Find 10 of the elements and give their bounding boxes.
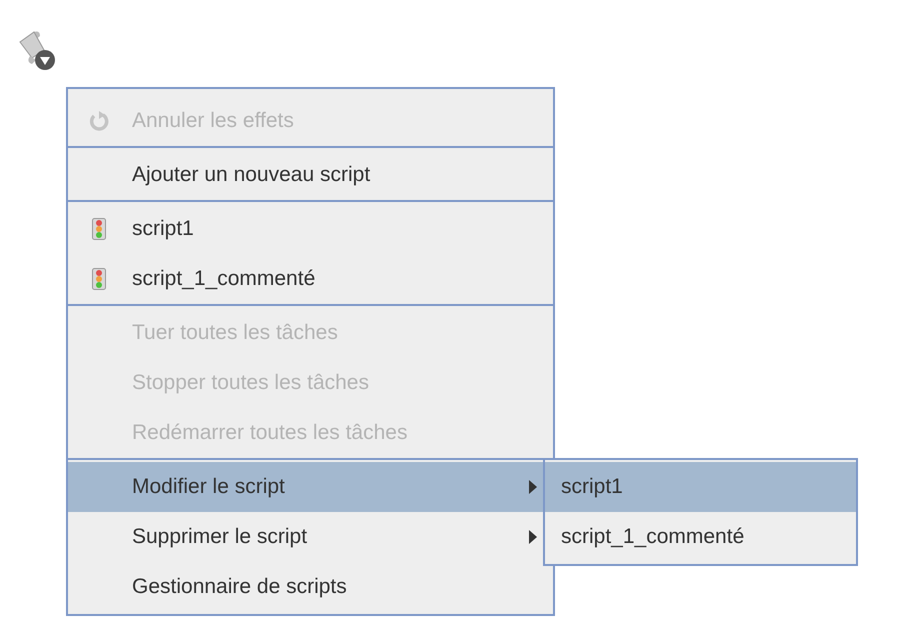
undo-icon bbox=[88, 110, 110, 132]
menu-item[interactable]: Gestionnaire de scripts bbox=[68, 562, 553, 612]
submenu-item[interactable]: script1 bbox=[545, 462, 856, 512]
traffic-light-icon bbox=[92, 218, 106, 240]
menu-item[interactable]: script1 bbox=[68, 204, 553, 254]
submenu-arrow-icon bbox=[529, 530, 537, 544]
submenu-arrow-icon bbox=[529, 480, 537, 494]
menu-item[interactable]: Ajouter un nouveau script bbox=[68, 150, 553, 200]
menu-item[interactable]: script_1_commenté bbox=[68, 254, 553, 304]
traffic-light-icon bbox=[92, 268, 106, 290]
